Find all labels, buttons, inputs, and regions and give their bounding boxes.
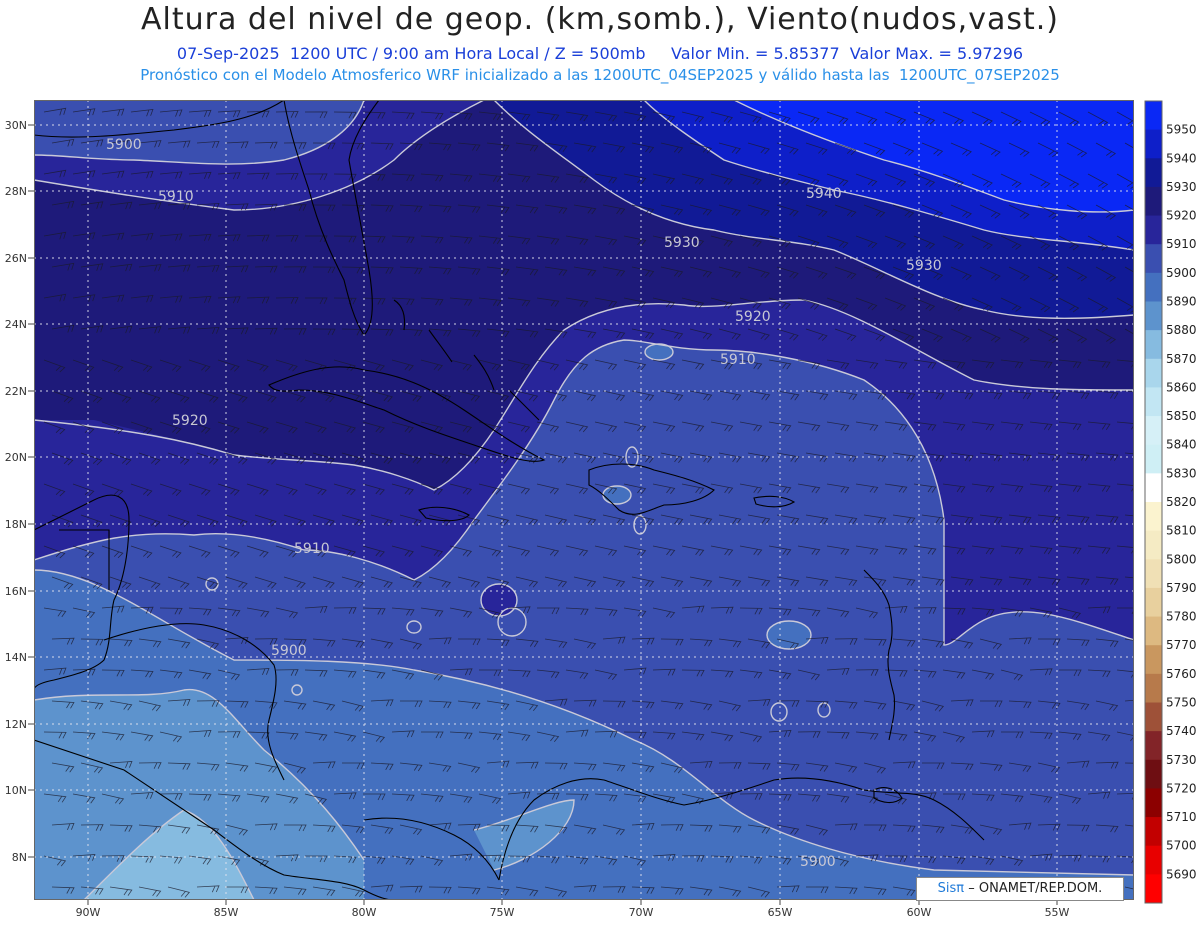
max-value: Valor Max. = 5.97296	[849, 44, 1024, 63]
colorbar-swatch	[1145, 731, 1162, 761]
forecast-date: 07-Sep-2025	[176, 44, 280, 63]
colorbar-label: 5880	[1166, 323, 1197, 337]
colorbar-swatch	[1145, 301, 1162, 331]
colorbar-label: 5870	[1166, 352, 1197, 366]
colorbar-label: 5830	[1166, 466, 1197, 480]
lon-label: 90W	[76, 906, 101, 919]
colorbar-swatch	[1145, 673, 1162, 703]
contour-label-5910-east: 5910	[720, 352, 756, 368]
colorbar-swatch	[1145, 387, 1162, 417]
colorbar-label: 5730	[1166, 753, 1197, 767]
contour-label-5900-west: 5900	[271, 643, 307, 659]
colorbar-label: 5940	[1166, 151, 1197, 165]
lat-label: 14N	[5, 651, 27, 664]
colorbar-label: 5690	[1166, 867, 1197, 881]
colorbar-swatch	[1145, 702, 1162, 732]
colorbar-swatch	[1145, 645, 1162, 675]
lat-label: 20N	[5, 451, 27, 464]
colorbar-swatch	[1145, 817, 1162, 847]
colorbar-swatch	[1145, 215, 1162, 245]
colorbar-label: 5780	[1166, 610, 1197, 624]
lat-label: 12N	[5, 718, 27, 731]
contour-label-5900-nw: 5900	[106, 137, 142, 153]
lat-label: 22N	[5, 385, 27, 398]
lon-label: 60W	[907, 906, 932, 919]
contour-label-5910-west: 5910	[294, 541, 330, 557]
min-value: Valor Min. = 5.85377	[671, 44, 840, 63]
colorbar-label: 5900	[1166, 266, 1197, 280]
colorbar-swatch	[1145, 502, 1162, 532]
colorbar-swatch	[1145, 874, 1162, 904]
lat-label: 30N	[5, 119, 27, 132]
colorbar-swatch	[1145, 158, 1162, 188]
colorbar-swatch	[1145, 616, 1162, 646]
forecast-time-line: 07-Sep-2025 1200 UTC / 9:00 am Hora Loca…	[0, 44, 1200, 63]
colorbar-swatch	[1145, 186, 1162, 217]
credit-box: Sisπ – ONAMET/REP.DOM.	[916, 877, 1124, 901]
lon-label: 65W	[768, 906, 793, 919]
colorbar-label: 5700	[1166, 839, 1197, 853]
colorbar-swatch	[1145, 244, 1162, 274]
colorbar-swatch	[1145, 101, 1162, 131]
colorbar-label: 5860	[1166, 380, 1197, 394]
contour-label-5910-nw: 5910	[158, 189, 194, 205]
model-info-line: Pronóstico con el Modelo Atmosferico WRF…	[140, 66, 1060, 84]
colorbar-label: 5820	[1166, 495, 1197, 509]
colorbar-swatch	[1145, 559, 1162, 589]
colorbar-label: 5930	[1166, 180, 1197, 194]
colorbar-label: 5800	[1166, 552, 1197, 566]
colorbar-swatch	[1145, 587, 1162, 618]
map-title: Altura del nivel de geop. (km,somb.), Vi…	[141, 2, 1059, 37]
geopotential-map: 5900 5910 5930 5940 5930 5920 5910 5920 …	[34, 100, 1134, 900]
colorbar-label: 5950	[1166, 123, 1197, 137]
colorbar-swatch	[1145, 358, 1162, 388]
colorbar-label: 5890	[1166, 295, 1197, 309]
lat-label: 16N	[5, 585, 27, 598]
sispi-logo: Sisπ	[937, 881, 965, 896]
credit-text: – ONAMET/REP.DOM.	[968, 881, 1103, 896]
lon-label: 85W	[214, 906, 239, 919]
colorbar-label: 5720	[1166, 781, 1197, 795]
colorbar-label: 5770	[1166, 638, 1197, 652]
lat-label: 8N	[12, 851, 27, 864]
colorbar-label: 5910	[1166, 237, 1197, 251]
colorbar-label: 5850	[1166, 409, 1197, 423]
lon-label: 75W	[490, 906, 515, 919]
lon-label: 55W	[1045, 906, 1070, 919]
colorbar-label: 5790	[1166, 581, 1197, 595]
colorbar-label: 5810	[1166, 524, 1197, 538]
contour-label-5930-b: 5930	[906, 258, 942, 274]
colorbar-label: 5840	[1166, 438, 1197, 452]
lat-label: 28N	[5, 185, 27, 198]
lat-label: 24N	[5, 318, 27, 331]
lon-label: 70W	[629, 906, 654, 919]
lat-label: 18N	[5, 518, 27, 531]
colorbar-swatch	[1145, 444, 1162, 474]
colorbar-swatch	[1145, 416, 1162, 446]
lon-label: 80W	[352, 906, 377, 919]
contour-label-5900-south: 5900	[800, 854, 836, 870]
lat-label: 10N	[5, 784, 27, 797]
contour-label-5940: 5940	[806, 186, 842, 202]
colorbar-swatch	[1145, 530, 1162, 560]
colorbar-swatch	[1145, 845, 1162, 875]
contour-label-5920-east: 5920	[735, 309, 771, 325]
colorbar-swatch	[1145, 129, 1162, 159]
contour-label-5920-west: 5920	[172, 413, 208, 429]
colorbar-label: 5760	[1166, 667, 1197, 681]
colorbar-label: 5740	[1166, 724, 1197, 738]
colorbar-swatch	[1145, 473, 1162, 503]
colorbar-swatch	[1145, 788, 1162, 818]
lat-label: 26N	[5, 252, 27, 265]
colorbar-label: 5920	[1166, 209, 1197, 223]
colorbar-swatch	[1145, 330, 1162, 360]
contour-label-5930-a: 5930	[664, 235, 700, 251]
forecast-time: 1200 UTC / 9:00 am Hora Local / Z = 500m…	[289, 44, 646, 63]
colorbar-label: 5710	[1166, 810, 1197, 824]
color-scale-bar: 5950 5940 5930 5920 5910 5900 5890 5880 5870 5860…	[1144, 100, 1197, 904]
colorbar-frame	[1144, 100, 1163, 904]
colorbar-swatch	[1145, 272, 1162, 302]
colorbar-swatch	[1145, 759, 1162, 789]
colorbar-label: 5750	[1166, 696, 1197, 710]
